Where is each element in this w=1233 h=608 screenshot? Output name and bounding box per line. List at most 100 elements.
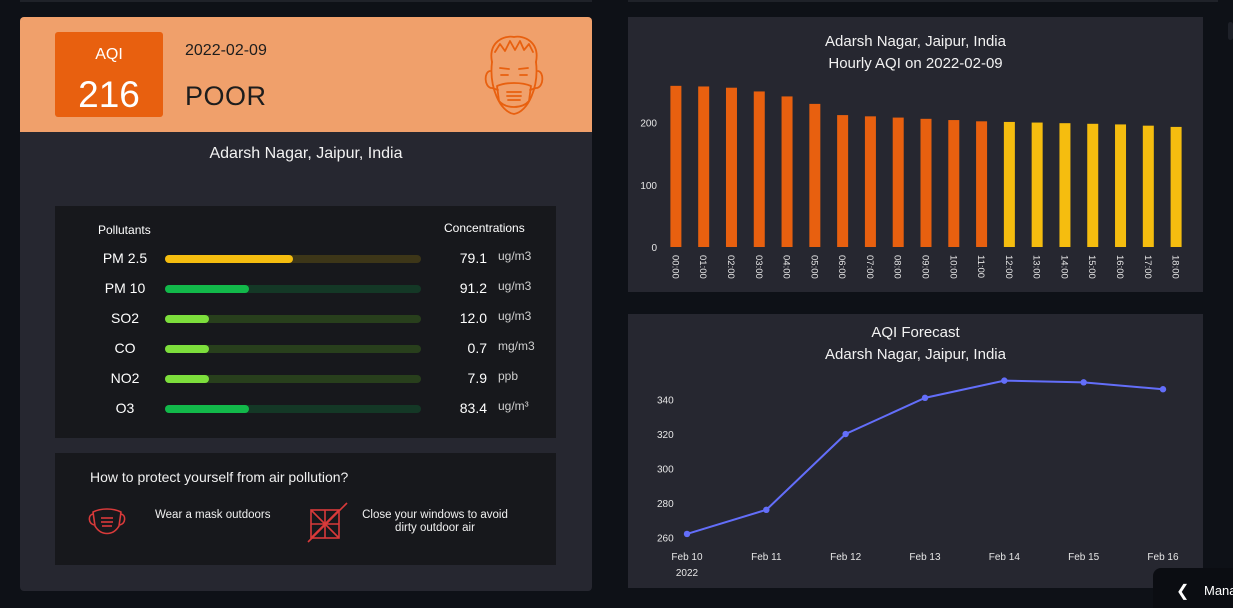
- y-tick-label: 320: [657, 430, 674, 441]
- pollutant-unit: ppb: [498, 369, 519, 383]
- forecast-line: [686, 379, 1164, 535]
- x-tick-label: Feb 15: [1068, 552, 1100, 563]
- x-tick-label: 02:00: [725, 255, 736, 279]
- x-tick-label: Feb 11: [751, 552, 782, 563]
- aqi-label: AQI: [95, 46, 123, 63]
- x-tick-label: 16:00: [1114, 255, 1125, 279]
- top-divider-left: [20, 0, 592, 2]
- x-tick-label: 09:00: [920, 255, 931, 279]
- pollutant-value: 7.9: [467, 370, 487, 386]
- y-tick-label: 100: [640, 181, 657, 192]
- face-mask-icon: [484, 35, 544, 115]
- aqi-category: POOR: [185, 81, 267, 111]
- pollutant-unit: ug/m3: [498, 249, 532, 263]
- aqi-value: 216: [78, 74, 140, 115]
- forecast-point[interactable]: [921, 394, 929, 402]
- pollutant-row: SO2 12.0 ug/m3: [55, 309, 556, 329]
- pollutant-unit: ug/m3: [498, 279, 532, 293]
- aqi-bar[interactable]: [1170, 126, 1182, 247]
- aqi-header: AQI 216 2022-02-09 POOR: [20, 17, 592, 132]
- aqi-bar[interactable]: [1059, 123, 1071, 247]
- forecast-point[interactable]: [763, 506, 770, 514]
- tip-window-line-2: dirty outdoor air: [395, 522, 475, 534]
- pollutant-name: O3: [115, 400, 135, 416]
- pollutant-level-fill: [165, 375, 209, 383]
- x-tick-label: Feb 13: [909, 552, 941, 563]
- aqi-bar[interactable]: [1031, 122, 1043, 247]
- protection-title: How to protect yourself from air polluti…: [90, 469, 349, 485]
- pollutant-name: SO2: [110, 310, 139, 326]
- aqi-bar[interactable]: [753, 91, 765, 247]
- aqi-bar[interactable]: [1087, 123, 1099, 247]
- pollutant-value: 91.2: [459, 280, 487, 296]
- forecast-point[interactable]: [1001, 377, 1008, 384]
- pollutant-level-fill: [165, 315, 209, 323]
- x-tick-label: 03:00: [753, 255, 764, 279]
- aqi-bar[interactable]: [864, 116, 876, 247]
- pollutant-unit: ug/m3: [498, 309, 532, 323]
- x-tick-label: 05:00: [808, 255, 819, 279]
- aqi-summary-card: AQI 216 2022-02-09 POOR Adarsh Nagar, Ja…: [20, 17, 592, 591]
- pollutant-level-track: [165, 375, 421, 383]
- x-tick-label: 10:00: [947, 255, 958, 279]
- aqi-bar[interactable]: [948, 120, 960, 247]
- tip-mask-text: Wear a mask outdoors: [155, 509, 271, 521]
- x-tick-label: Feb 14: [989, 552, 1021, 563]
- aqi-bar[interactable]: [837, 115, 849, 247]
- mask-icon: [88, 508, 126, 535]
- y-tick-label: 280: [657, 499, 674, 510]
- pollutant-row: NO2 7.9 ppb: [55, 369, 556, 389]
- x-tick-label: 01:00: [697, 255, 708, 279]
- y-tick-label: 0: [651, 243, 657, 254]
- y-tick-label: 260: [657, 533, 674, 544]
- pollutant-row: CO 0.7 mg/m3: [55, 339, 556, 359]
- x-tick-label: 12:00: [1003, 255, 1014, 279]
- aqi-bar[interactable]: [1003, 121, 1015, 247]
- aqi-bar[interactable]: [920, 118, 932, 247]
- forecast-point[interactable]: [1159, 386, 1167, 393]
- pollutant-unit: mg/m3: [498, 339, 535, 353]
- pollutant-unit: ug/m³: [498, 399, 529, 413]
- aqi-bar[interactable]: [809, 103, 821, 247]
- pollutant-row: O3 83.4 ug/m³: [55, 399, 556, 419]
- aqi-bar[interactable]: [670, 85, 682, 247]
- x-tick-label: 08:00: [892, 255, 903, 279]
- pollutant-value: 79.1: [459, 250, 487, 266]
- aqi-bar[interactable]: [698, 86, 710, 247]
- pollutant-level-fill: [165, 255, 293, 263]
- concentrations-header: Concentrations: [444, 221, 525, 235]
- aqi-bar[interactable]: [1142, 125, 1154, 247]
- y-tick-label: 340: [657, 396, 674, 407]
- pollutant-value: 12.0: [459, 310, 487, 326]
- hourly-bar-plot[interactable]: 0 100 200 00:00 01:00 02:00 03:00 04:00 05:00 06:…: [628, 17, 1203, 292]
- pollutant-panel: Pollutants Concentrations PM 2.5 79.1 ug/m…: [55, 206, 556, 438]
- location-name: Adarsh Nagar, Jaipur, India: [209, 145, 403, 162]
- x-tick-label: 17:00: [1142, 255, 1153, 279]
- x-tick-label: 00:00: [669, 255, 680, 279]
- pollutant-value: 0.7: [467, 340, 487, 356]
- aqi-bar[interactable]: [725, 87, 737, 247]
- forecast-line-plot[interactable]: 260 280 300 320 340 Feb 10 Feb 11 Feb 12 Feb 13 F…: [628, 314, 1203, 588]
- tip-window-line-1: Close your windows to avoid: [362, 509, 508, 521]
- forecast-point[interactable]: [1080, 379, 1087, 386]
- aqi-bar[interactable]: [781, 96, 793, 247]
- pollutant-level-track: [165, 285, 421, 293]
- forecast-point[interactable]: [683, 530, 691, 538]
- pollutant-level-track: [165, 255, 421, 263]
- manage-app-toggle[interactable]: ❮ Mana: [1153, 568, 1233, 608]
- x-tick-label: 11:00: [975, 255, 986, 278]
- y-tick-label: 200: [640, 119, 657, 130]
- aqi-bar[interactable]: [1115, 124, 1127, 247]
- aqi-date: 2022-02-09: [185, 42, 267, 59]
- aqi-bar[interactable]: [976, 121, 988, 247]
- top-divider-right: [628, 0, 1218, 2]
- x-tick-label: 18:00: [1170, 255, 1181, 279]
- pollutant-row: PM 10 91.2 ug/m3: [55, 279, 556, 299]
- aqi-forecast-chart: AQI Forecast Adarsh Nagar, Jaipur, India…: [628, 314, 1203, 588]
- aqi-bar[interactable]: [892, 117, 904, 247]
- y-tick-label: 300: [657, 464, 674, 475]
- x-tick-label: 07:00: [864, 255, 875, 279]
- x-tick-label: Feb 12: [830, 552, 862, 563]
- forecast-point[interactable]: [842, 430, 849, 438]
- aqi-badge: AQI 216: [55, 32, 163, 117]
